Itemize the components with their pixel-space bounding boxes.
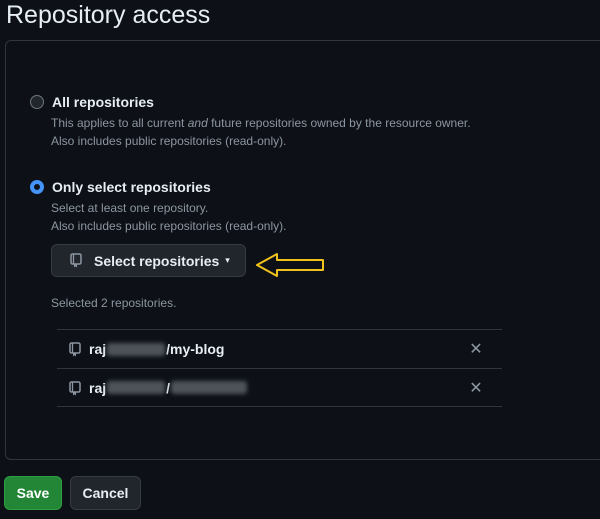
only-select-repositories-radio[interactable] — [30, 180, 44, 194]
all-repositories-radio[interactable] — [30, 95, 44, 109]
annotation-arrow-icon — [256, 253, 324, 277]
list-item: raj / ✕ — [57, 368, 502, 407]
all-repositories-note-public: Also includes public repositories (read-… — [51, 134, 287, 148]
redacted-text — [107, 342, 166, 356]
selected-count: Selected 2 repositories. — [51, 296, 177, 310]
repo-name: raj / my-blog — [89, 341, 225, 357]
redacted-text — [107, 381, 166, 394]
repo-icon — [69, 381, 81, 396]
repository-access-page: Repository access All repositories This … — [0, 0, 600, 519]
remove-repo-button[interactable]: ✕ — [466, 339, 486, 359]
select-repositories-label: Select repositories — [94, 252, 220, 269]
page-title: Repository access — [6, 1, 211, 29]
repo-name: raj / — [89, 380, 248, 396]
repo-icon — [69, 342, 81, 357]
redacted-text — [171, 381, 248, 394]
only-select-repositories-label[interactable]: Only select repositories — [52, 179, 211, 195]
selected-repo-list: raj / my-blog ✕ raj / ✕ — [57, 329, 502, 407]
all-repositories-label[interactable]: All repositories — [52, 94, 154, 110]
chevron-down-icon: ▾ — [225, 255, 230, 265]
repo-icon — [70, 252, 84, 269]
list-item: raj / my-blog ✕ — [57, 329, 502, 368]
all-repositories-note: This applies to all current and future r… — [51, 116, 471, 130]
only-select-note-public: Also includes public repositories (read-… — [51, 219, 287, 233]
cancel-button[interactable]: Cancel — [70, 476, 141, 510]
only-select-note: Select at least one repository. — [51, 201, 209, 215]
remove-repo-button[interactable]: ✕ — [466, 378, 486, 398]
save-button[interactable]: Save — [4, 476, 62, 510]
select-repositories-button[interactable]: Select repositories ▾ — [51, 244, 246, 277]
